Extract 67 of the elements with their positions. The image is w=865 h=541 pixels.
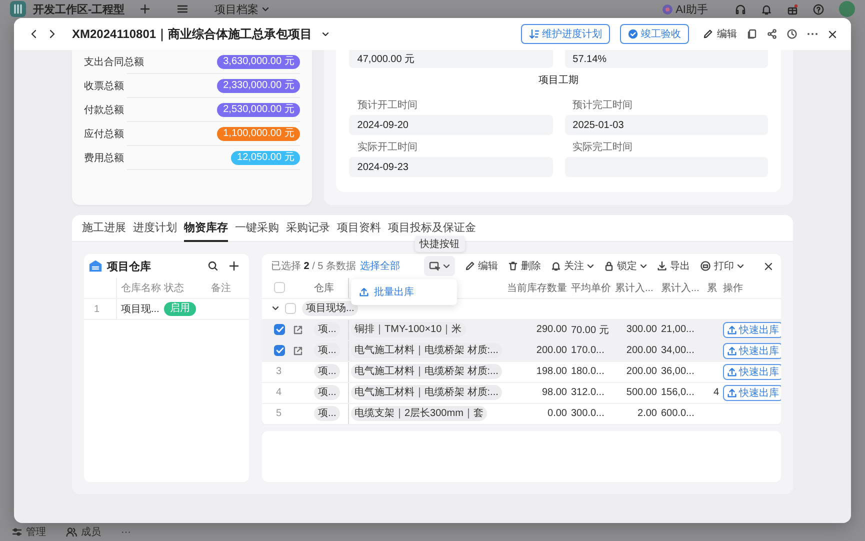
amount-badge: 3,630,000.00 元 bbox=[217, 55, 300, 69]
table-cell: 180.0... bbox=[569, 361, 613, 382]
table-cell: 500.00 bbox=[613, 382, 659, 403]
table-cell: 70.00 元 bbox=[569, 319, 613, 340]
record-title: XM2024110801｜商业综合体施工总承包项目 bbox=[72, 26, 312, 42]
column-header: 累计入... bbox=[613, 278, 659, 298]
warehouse-tag: 项... bbox=[314, 322, 340, 337]
group-tag: 项目现场... bbox=[302, 301, 358, 316]
column-header: 累 bbox=[705, 278, 721, 298]
section-title: 项目工期 bbox=[538, 74, 580, 88]
table-cell: 300.0... bbox=[569, 403, 613, 424]
amount-badge: 12,050.00 元 bbox=[231, 151, 300, 165]
table-cell: 300.00 bbox=[613, 319, 659, 340]
warehouse-tag: 项... bbox=[314, 406, 340, 421]
warehouse-tag: 项... bbox=[314, 364, 340, 379]
table-cell: 198.00 bbox=[503, 361, 569, 382]
row-number: 5 bbox=[275, 408, 282, 419]
table-cell: 200.00 bbox=[613, 340, 659, 361]
amount-badge: 2,530,000.00 元 bbox=[217, 103, 300, 117]
table-cell: 200.00 bbox=[613, 361, 659, 382]
table-cell: 170.0... bbox=[569, 340, 613, 361]
field-label: 收票总额 bbox=[84, 80, 124, 93]
column-header: 状态 bbox=[160, 278, 207, 299]
column-header: 仓库名称 bbox=[117, 278, 160, 299]
amount-badge: 2,330,000.00 元 bbox=[217, 79, 300, 93]
selection-count: 已选择 2 / 5 条数据 bbox=[271, 260, 356, 273]
field-value: 2024-09-23 bbox=[349, 157, 553, 177]
field-label: 实际开工时间 bbox=[356, 141, 418, 155]
panel-title: 项目仓库 bbox=[107, 260, 151, 274]
field-label: 预计完工时间 bbox=[572, 99, 634, 113]
field-label: 应付总额 bbox=[84, 128, 124, 141]
table-cell: 21,00... bbox=[659, 319, 705, 340]
field-label: 预计开工时间 bbox=[356, 99, 418, 113]
status-badge: 启用 bbox=[164, 302, 196, 316]
warehouse-tag: 项... bbox=[314, 343, 340, 358]
column-header: 备注 bbox=[207, 278, 249, 299]
amount-badge: 1,100,000.00 元 bbox=[217, 127, 300, 141]
field-label: 实际完工时间 bbox=[572, 141, 634, 155]
table-cell: 36,00... bbox=[659, 361, 705, 382]
column-header: 操作 bbox=[721, 278, 781, 298]
row-number: 4 bbox=[275, 387, 282, 398]
column-header: 当前库存数量 bbox=[503, 278, 569, 298]
field-value: 2025-01-03 bbox=[564, 115, 768, 135]
warehouse-tag: 项... bbox=[314, 385, 340, 400]
table-cell: 312.0... bbox=[569, 382, 613, 403]
column-header: 累计入... bbox=[659, 278, 705, 298]
table-cell: 98.00 bbox=[503, 382, 569, 403]
field-label: 支出合同总额 bbox=[84, 56, 144, 69]
field-label: 付款总额 bbox=[84, 104, 124, 117]
tooltip: 快捷按钮 bbox=[414, 236, 464, 252]
row-number: 1 bbox=[84, 299, 117, 320]
row-number: 3 bbox=[275, 366, 282, 377]
table-cell: 290.00 bbox=[503, 319, 569, 340]
field-value: 57.14% bbox=[564, 50, 768, 68]
table-cell: 4 bbox=[705, 382, 721, 403]
table-cell: 156,0... bbox=[659, 382, 705, 403]
table-cell: 600.0... bbox=[659, 403, 705, 424]
workspace-name: 开发工作区-工程型 bbox=[33, 2, 125, 16]
column-header: 仓库 bbox=[312, 278, 348, 298]
table-cell: 200.00 bbox=[503, 340, 569, 361]
table-cell: 2.00 bbox=[613, 403, 659, 424]
table-cell: 0.00 bbox=[503, 403, 569, 424]
table-cell: 34,00... bbox=[659, 340, 705, 361]
field-value: 47,000.00 元 bbox=[349, 50, 553, 68]
column-header: 平均单价 bbox=[569, 278, 613, 298]
field-value: 2024-09-20 bbox=[349, 115, 553, 135]
field-label: 费用总额 bbox=[84, 152, 124, 165]
